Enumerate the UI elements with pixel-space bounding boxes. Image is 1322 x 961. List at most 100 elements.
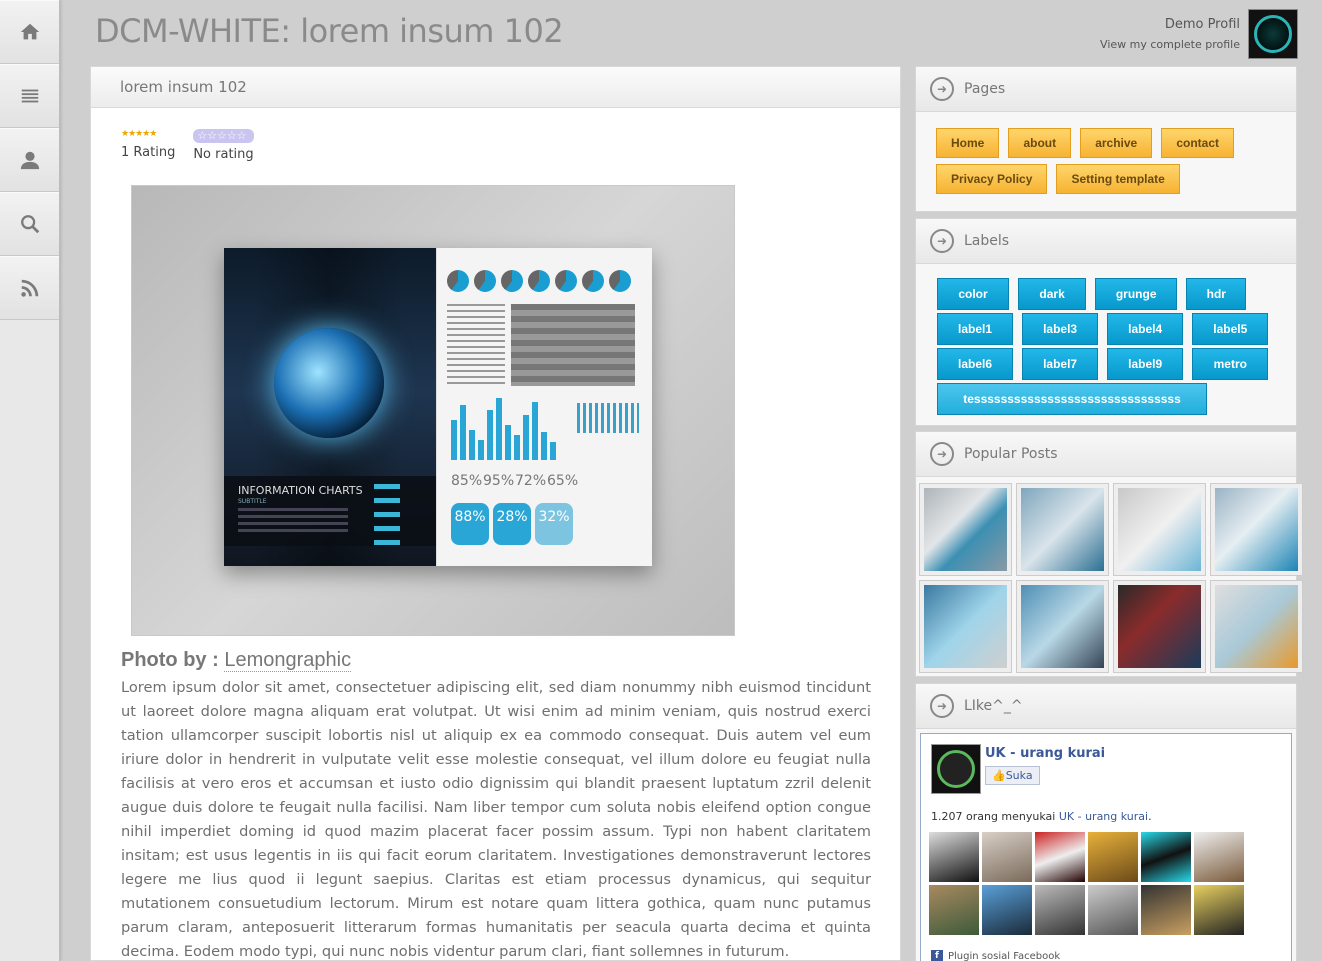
label-label4[interactable]: label4 — [1107, 313, 1184, 345]
fan-avatar[interactable] — [1088, 832, 1138, 882]
nav-rss-button[interactable] — [0, 256, 59, 320]
label-dark[interactable]: dark — [1018, 278, 1087, 310]
pie-icons — [447, 270, 636, 292]
nav-home-button[interactable] — [0, 0, 59, 64]
profile-link[interactable]: View my complete profile — [1100, 38, 1240, 51]
profile-block: Demo Profil View my complete profile — [1100, 9, 1298, 59]
pages-list: Home about archive contact Privacy Polic… — [916, 112, 1296, 200]
arrow-right-icon: ➜ — [930, 694, 954, 718]
popular-post-thumbnail[interactable] — [1210, 580, 1303, 673]
fan-avatar[interactable] — [1088, 885, 1138, 935]
page-link-privacy-policy[interactable]: Privacy Policy — [936, 164, 1048, 194]
cover-text-lines — [238, 508, 348, 536]
page-link-home[interactable]: Home — [936, 128, 1000, 158]
fan-avatar[interactable] — [1035, 832, 1085, 882]
fan-avatar[interactable] — [929, 885, 979, 935]
label-label7[interactable]: label7 — [1022, 348, 1099, 380]
facebook-like-button[interactable]: 👍Suka — [985, 766, 1040, 785]
pie-icon — [609, 270, 631, 292]
pages-widget: ➜ Pages Home about archive contact Priva… — [915, 66, 1297, 212]
avatar[interactable] — [1248, 9, 1298, 59]
photo-credit: Photo by : Lemongraphic — [121, 649, 352, 672]
popular-post-thumbnail[interactable] — [919, 483, 1012, 576]
user-icon — [20, 151, 39, 170]
page-table — [511, 304, 635, 386]
pie-icon — [501, 270, 523, 292]
pie-icon — [582, 270, 604, 292]
rating-none: No rating — [193, 147, 254, 162]
facebook-page-logo[interactable] — [931, 744, 981, 794]
page-link-archive[interactable]: archive — [1080, 128, 1153, 158]
popular-posts-widget: ➜ Popular Posts — [915, 431, 1303, 677]
arrow-right-icon: ➜ — [930, 229, 954, 253]
label-label1[interactable]: label1 — [937, 313, 1013, 345]
magazine-left-page: INFORMATION CHARTS SUBTITLE — [224, 248, 436, 566]
labels-widget: ➜ Labels color dark grunge hdr label1 la… — [915, 218, 1297, 426]
facebook-like-label: Suka — [1005, 769, 1033, 782]
percent-pill: 88% — [451, 503, 489, 545]
facebook-footer-text[interactable]: Plugin sosial Facebook — [948, 951, 1060, 961]
page-link-contact[interactable]: contact — [1161, 128, 1235, 158]
percent-label: 85% — [451, 473, 483, 489]
fan-avatar[interactable] — [929, 832, 979, 882]
arrow-right-icon: ➜ — [930, 442, 954, 466]
page-link-about[interactable]: about — [1008, 128, 1072, 158]
popular-post-thumbnail[interactable] — [1113, 580, 1206, 673]
info-box: INFORMATION CHARTS SUBTITLE — [224, 476, 436, 546]
labels-widget-header: ➜ Labels — [916, 219, 1296, 264]
fan-avatar[interactable] — [982, 885, 1032, 935]
label-label5[interactable]: label5 — [1192, 313, 1269, 345]
photo-by-link[interactable]: Lemongraphic — [224, 649, 352, 672]
fan-avatar[interactable] — [1035, 885, 1085, 935]
post-title: lorem insum 102 — [91, 67, 900, 108]
left-navigation — [0, 0, 60, 961]
thumbs-up-icon: 👍 — [992, 769, 1006, 782]
facebook-count-link[interactable]: UK - urang kurai — [1059, 810, 1148, 823]
percent-label: 95% — [483, 473, 515, 489]
label-tess[interactable]: tesssssssssssssssssssssssssssssss — [937, 383, 1207, 415]
label-label3[interactable]: label3 — [1022, 313, 1099, 345]
fan-avatar[interactable] — [982, 832, 1032, 882]
cover-subtitle: SUBTITLE — [238, 498, 267, 505]
like-widget-title: LIke^_^ — [964, 698, 1023, 714]
label-grunge[interactable]: grunge — [1095, 278, 1178, 310]
fan-avatar[interactable] — [1194, 832, 1244, 882]
rating-stars-empty[interactable]: ☆☆☆☆☆ No rating — [193, 129, 254, 162]
post-panel: lorem insum 102 ★★★★★ 1 Rating ☆☆☆☆☆ No … — [90, 66, 901, 961]
post-image[interactable]: INFORMATION CHARTS SUBTITLE 85% 95% 72% … — [131, 185, 735, 636]
facebook-footer: f Plugin sosial Facebook — [931, 950, 1060, 961]
fan-avatar[interactable] — [1141, 885, 1191, 935]
post-body: Lorem ipsum dolor sit amet, consectetuer… — [121, 679, 871, 960]
rating-stars-filled[interactable]: ★★★★★ 1 Rating — [121, 129, 175, 162]
nav-search-button[interactable] — [0, 192, 59, 256]
facebook-page-name[interactable]: UK - urang kurai — [985, 746, 1105, 761]
fan-avatar[interactable] — [1141, 832, 1191, 882]
percent-pill: 32% — [535, 503, 573, 545]
page-link-setting-template[interactable]: Setting template — [1056, 164, 1180, 194]
label-color[interactable]: color — [937, 278, 1009, 310]
facebook-count-text: 1.207 orang menyukai — [931, 810, 1059, 823]
label-hdr[interactable]: hdr — [1186, 278, 1247, 310]
label-metro[interactable]: metro — [1192, 348, 1269, 380]
rating-count: 1 Rating — [121, 145, 176, 160]
fan-avatar[interactable] — [1194, 885, 1244, 935]
site-title[interactable]: DCM-WHITE: lorem insum 102 — [95, 12, 564, 50]
popular-post-thumbnail[interactable] — [1016, 580, 1109, 673]
facebook-fans-grid — [929, 832, 1244, 935]
nav-list-button[interactable] — [0, 64, 59, 128]
pages-widget-header: ➜ Pages — [916, 67, 1296, 112]
magazine-right-page: 85% 95% 72% 65% 88% 28% 32% — [436, 248, 652, 566]
popular-post-thumbnail[interactable] — [1113, 483, 1206, 576]
facebook-like-count: 1.207 orang menyukai UK - urang kurai. — [931, 810, 1152, 823]
popular-post-thumbnail[interactable] — [1016, 483, 1109, 576]
popular-post-thumbnail[interactable] — [919, 580, 1012, 673]
profile-name[interactable]: Demo Profil — [1100, 17, 1240, 32]
facebook-icon: f — [931, 950, 943, 961]
labels-widget-title: Labels — [964, 233, 1010, 249]
facebook-count-end: . — [1148, 810, 1152, 823]
label-label9[interactable]: label9 — [1107, 348, 1184, 380]
label-label6[interactable]: label6 — [937, 348, 1013, 380]
popular-post-thumbnail[interactable] — [1210, 483, 1303, 576]
search-icon — [20, 215, 39, 234]
nav-user-button[interactable] — [0, 128, 59, 192]
